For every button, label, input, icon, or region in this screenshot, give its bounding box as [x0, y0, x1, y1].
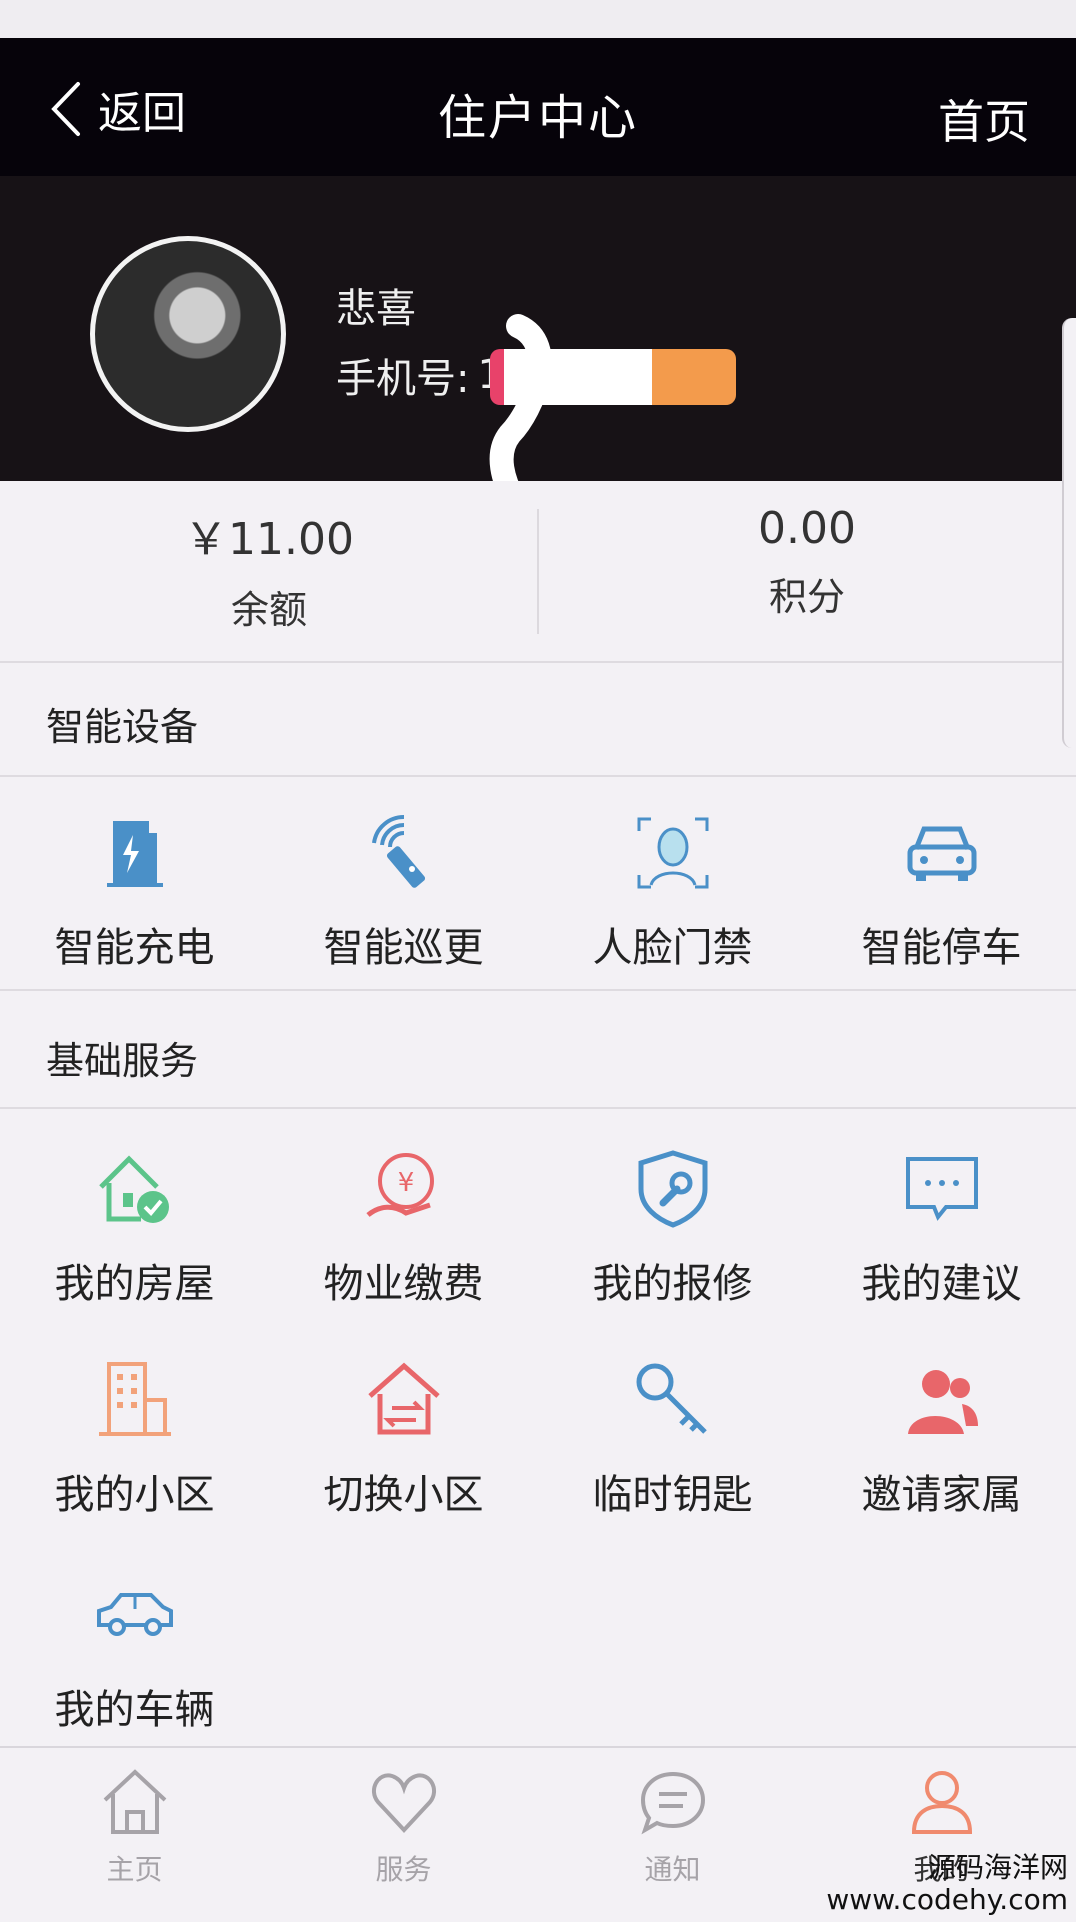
home-icon: [103, 1769, 166, 1834]
repair-shield-icon: [638, 1150, 708, 1228]
balance-stat[interactable]: ￥11.00 余额: [0, 503, 538, 634]
grid-item-face-access[interactable]: 人脸门禁: [538, 777, 807, 989]
redaction-sticker: [490, 349, 736, 405]
account-stats: ￥11.00 余额 0.00 积分: [0, 481, 1076, 663]
parking-car-icon: [907, 826, 977, 881]
watermark-line-1: 源码海洋网: [927, 1851, 1068, 1884]
grid-label: 物业缴费: [323, 1261, 484, 1307]
tab-notifications[interactable]: 通知: [538, 1768, 807, 1888]
basic-services-row-2: 我的小区 切换小区 临时钥匙 邀请家属: [0, 1322, 1076, 1539]
user-icon: [911, 1771, 972, 1834]
tab-label: 通知: [644, 1853, 701, 1886]
smart-devices-grid: 智能充电 智能巡更 人脸门禁 智能停车: [0, 775, 1076, 991]
watermark-line-2: www.codehy.com: [826, 1883, 1068, 1916]
grid-item-temp-key[interactable]: 临时钥匙: [538, 1322, 807, 1537]
grid-item-smart-parking[interactable]: 智能停车: [807, 777, 1076, 989]
charging-station-icon: [107, 821, 163, 887]
grid-label: 邀请家属: [861, 1472, 1022, 1518]
svg-text:¥: ¥: [398, 1168, 415, 1198]
tab-home[interactable]: 主页: [0, 1768, 269, 1888]
grid-label: 我的小区: [54, 1472, 215, 1518]
balance-value: ￥11.00: [184, 514, 354, 565]
house-check-icon: [99, 1155, 169, 1223]
basic-services-row-3: 我的车辆: [0, 1537, 1076, 1746]
grid-item-smart-patrol[interactable]: 智能巡更: [269, 777, 538, 989]
grid-label: 我的车辆: [54, 1687, 215, 1733]
points-label: 积分: [768, 575, 845, 619]
tab-label: 主页: [106, 1853, 163, 1886]
grid-item-my-suggestion[interactable]: 我的建议: [807, 1109, 1076, 1324]
grid-item-smart-charging[interactable]: 智能充电: [0, 777, 269, 989]
points-value: 0.00: [758, 503, 856, 554]
grid-label: 智能巡更: [323, 925, 484, 971]
grid-label: 我的房屋: [54, 1261, 215, 1307]
family-icon: [908, 1370, 978, 1434]
home-link[interactable]: 首页: [938, 86, 1030, 152]
switch-house-icon: [368, 1362, 440, 1435]
user-name: 悲喜: [336, 286, 416, 332]
grid-item-my-community[interactable]: 我的小区: [0, 1322, 269, 1537]
profile-card: 悲喜 手机号: 1: [0, 176, 1076, 512]
grid-label: 智能充电: [54, 925, 215, 971]
status-bar: [0, 0, 1076, 38]
key-icon: [636, 1363, 707, 1434]
grid-label: 智能停车: [861, 925, 1022, 971]
grid-item-switch-community[interactable]: 切换小区: [269, 1322, 538, 1537]
section-title-basic-services: 基础服务: [46, 1039, 199, 1083]
basic-services-row-1: 我的房屋 ¥ 物业缴费 我的报修 我的建议: [0, 1107, 1076, 1326]
grid-item-my-house[interactable]: 我的房屋: [0, 1109, 269, 1324]
points-stat[interactable]: 0.00 积分: [538, 503, 1076, 621]
page-title: 住户中心: [437, 90, 638, 146]
grid-item-property-payment[interactable]: ¥ 物业缴费: [269, 1109, 538, 1324]
watermark: 源码海洋网 www.codehy.com: [826, 1852, 1068, 1916]
tab-services[interactable]: 服务: [269, 1768, 538, 1888]
top-nav-bar: 返回 住户中心 首页: [0, 38, 1076, 176]
side-handle[interactable]: [1062, 318, 1076, 748]
car-icon: [97, 1593, 173, 1636]
grid-label: 我的报修: [592, 1261, 753, 1307]
message-icon: [640, 1771, 705, 1835]
grid-item-my-vehicle[interactable]: 我的车辆: [0, 1537, 269, 1746]
heart-icon: [371, 1773, 436, 1833]
chat-bubble-icon: [906, 1157, 978, 1221]
grid-label: 人脸门禁: [592, 925, 753, 971]
grid-label: 我的建议: [861, 1261, 1022, 1307]
face-scan-icon: [637, 817, 709, 889]
avatar[interactable]: [90, 236, 286, 432]
balance-label: 余额: [230, 588, 307, 632]
grid-item-invite-family[interactable]: 邀请家属: [807, 1322, 1076, 1537]
phone-label: 手机号:: [336, 356, 470, 402]
payment-hand-icon: ¥: [366, 1153, 434, 1218]
phone-row: 手机号: 1: [336, 346, 503, 404]
grid-label: 切换小区: [323, 1472, 484, 1518]
tab-label: 服务: [375, 1853, 432, 1886]
grid-label: 临时钥匙: [592, 1472, 753, 1518]
grid-item-my-repair[interactable]: 我的报修: [538, 1109, 807, 1324]
building-icon: [99, 1362, 171, 1436]
patrol-remote-icon: [372, 814, 426, 888]
section-title-smart-devices: 智能设备: [46, 705, 199, 749]
